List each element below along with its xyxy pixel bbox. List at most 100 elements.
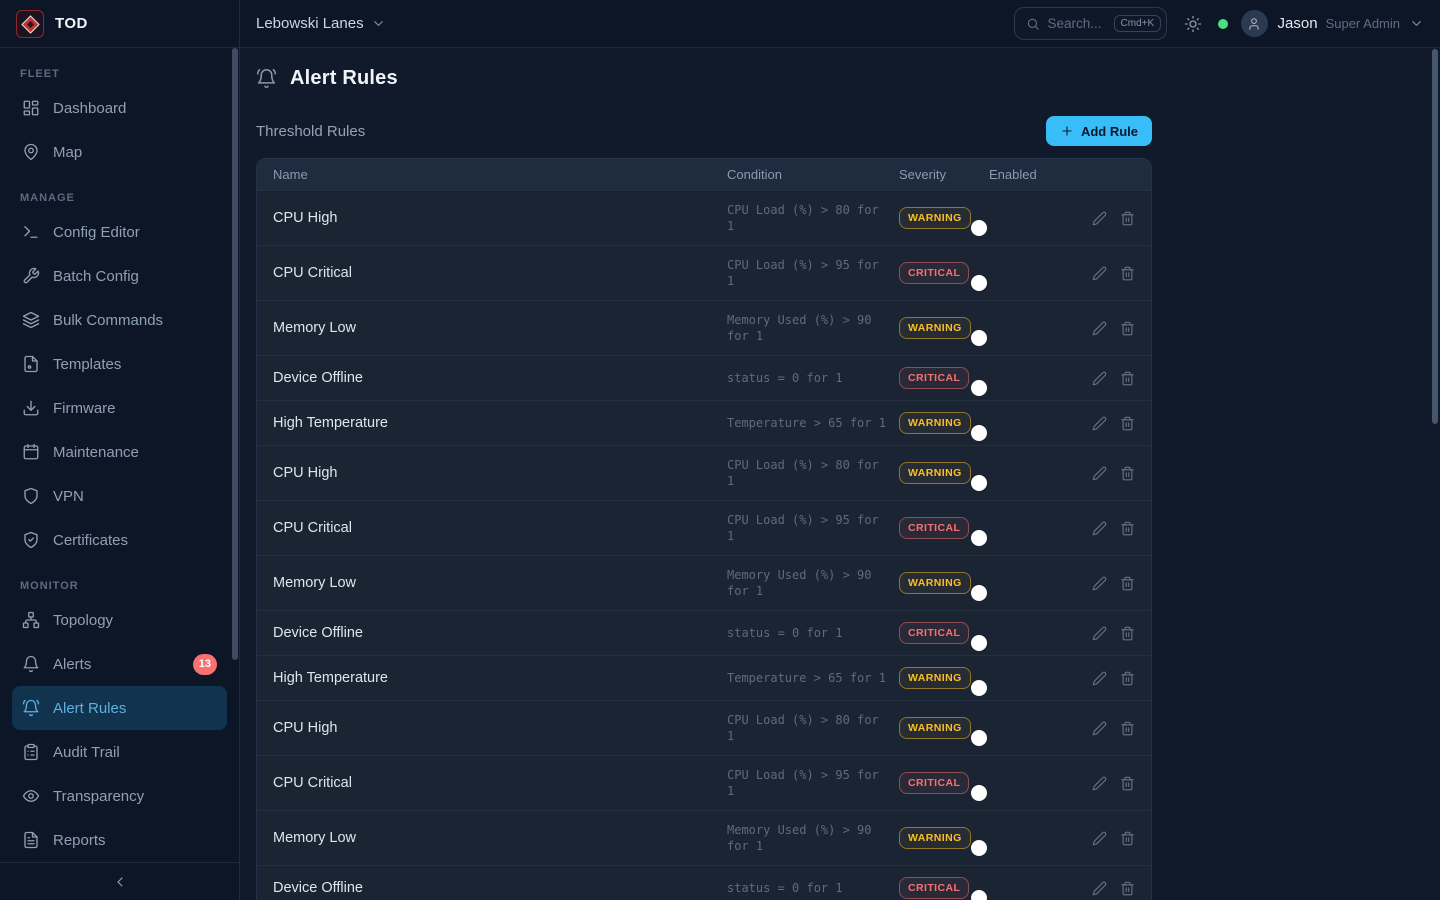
page-title: Alert Rules xyxy=(290,67,398,90)
search-shortcut: Cmd+K xyxy=(1114,15,1162,32)
severity-badge: CRITICAL xyxy=(899,772,969,794)
sidebar-item-firmware[interactable]: Firmware xyxy=(12,386,227,430)
user-role: Super Admin xyxy=(1326,16,1400,31)
edit-rule-button[interactable] xyxy=(1092,776,1107,791)
table-row: CPU HighCPU Load (%) > 80 for 1WARNING xyxy=(257,445,1151,500)
clipboard-list-icon xyxy=(22,743,40,761)
bell-ring-icon xyxy=(22,699,40,717)
bell-ring-icon xyxy=(256,68,277,89)
delete-rule-button[interactable] xyxy=(1120,266,1135,281)
rule-name: Memory Low xyxy=(273,830,717,846)
severity-badge: WARNING xyxy=(899,667,971,689)
sidebar-item-label: Transparency xyxy=(53,788,144,805)
page-header: Alert Rules xyxy=(256,64,1152,92)
search-box[interactable]: Cmd+K xyxy=(1014,7,1167,40)
edit-rule-button[interactable] xyxy=(1092,416,1107,431)
severity-badge: CRITICAL xyxy=(899,877,969,899)
delete-rule-button[interactable] xyxy=(1120,776,1135,791)
delete-rule-button[interactable] xyxy=(1120,416,1135,431)
sidebar-footer xyxy=(0,862,239,900)
edit-rule-button[interactable] xyxy=(1092,576,1107,591)
rule-name: Device Offline xyxy=(273,880,717,896)
layers-icon xyxy=(22,311,40,329)
table-row: CPU CriticalCPU Load (%) > 95 for 1CRITI… xyxy=(257,500,1151,555)
column-header-name: Name xyxy=(273,167,717,182)
main-scrollbar[interactable] xyxy=(1432,49,1438,424)
edit-rule-button[interactable] xyxy=(1092,266,1107,281)
sidebar-item-vpn[interactable]: VPN xyxy=(12,474,227,518)
table-row: Memory LowMemory Used (%) > 90 for 1WARN… xyxy=(257,810,1151,865)
section-row: Threshold Rules Add Rule xyxy=(256,116,1152,146)
sidebar-item-label: Bulk Commands xyxy=(53,312,163,329)
edit-rule-button[interactable] xyxy=(1092,321,1107,336)
sidebar-item-label: Config Editor xyxy=(53,224,140,241)
column-header-enabled: Enabled xyxy=(989,167,1069,182)
sidebar-item-label: Topology xyxy=(53,612,113,629)
delete-rule-button[interactable] xyxy=(1120,321,1135,336)
sidebar-item-alerts[interactable]: Alerts13 xyxy=(12,642,227,686)
edit-rule-button[interactable] xyxy=(1092,466,1107,481)
brand-name: TOD xyxy=(55,15,88,32)
delete-rule-button[interactable] xyxy=(1120,211,1135,226)
delete-rule-button[interactable] xyxy=(1120,466,1135,481)
sidebar-item-map[interactable]: Map xyxy=(12,130,227,174)
topbar: TOD Lebowski Lanes Cmd+K Jason Super Adm… xyxy=(0,0,1440,48)
sidebar-item-bulk-commands[interactable]: Bulk Commands xyxy=(12,298,227,342)
file-icon xyxy=(22,355,40,373)
rule-name: Memory Low xyxy=(273,575,717,591)
plus-icon xyxy=(1060,124,1074,138)
add-rule-label: Add Rule xyxy=(1081,124,1138,139)
rule-condition: Memory Used (%) > 90 for 1 xyxy=(727,312,889,344)
eye-icon xyxy=(22,787,40,805)
avatar[interactable] xyxy=(1241,10,1268,37)
sidebar-item-dashboard[interactable]: Dashboard xyxy=(12,86,227,130)
rule-name: Memory Low xyxy=(273,320,717,336)
org-switcher[interactable]: Lebowski Lanes xyxy=(256,15,386,32)
rule-condition: CPU Load (%) > 95 for 1 xyxy=(727,767,889,799)
sidebar-collapse-button[interactable] xyxy=(112,874,128,890)
sidebar-item-reports[interactable]: Reports xyxy=(12,818,227,862)
delete-rule-button[interactable] xyxy=(1120,576,1135,591)
edit-rule-button[interactable] xyxy=(1092,881,1107,896)
org-name: Lebowski Lanes xyxy=(256,15,364,32)
delete-rule-button[interactable] xyxy=(1120,626,1135,641)
section-heading: Threshold Rules xyxy=(256,123,365,140)
sidebar-item-audit-trail[interactable]: Audit Trail xyxy=(12,730,227,774)
terminal-icon xyxy=(22,223,40,241)
chevron-down-icon[interactable] xyxy=(1409,16,1424,31)
delete-rule-button[interactable] xyxy=(1120,671,1135,686)
delete-rule-button[interactable] xyxy=(1120,831,1135,846)
sidebar-item-batch-config[interactable]: Batch Config xyxy=(12,254,227,298)
add-rule-button[interactable]: Add Rule xyxy=(1046,116,1152,146)
delete-rule-button[interactable] xyxy=(1120,371,1135,386)
sidebar-item-label: Certificates xyxy=(53,532,128,549)
sidebar-item-maintenance[interactable]: Maintenance xyxy=(12,430,227,474)
delete-rule-button[interactable] xyxy=(1120,521,1135,536)
table-row: High TemperatureTemperature > 65 for 1WA… xyxy=(257,655,1151,700)
sidebar-item-templates[interactable]: Templates xyxy=(12,342,227,386)
edit-rule-button[interactable] xyxy=(1092,371,1107,386)
sidebar-scrollbar[interactable] xyxy=(232,48,238,660)
sidebar-item-label: Batch Config xyxy=(53,268,139,285)
sidebar-item-alert-rules[interactable]: Alert Rules xyxy=(12,686,227,730)
edit-rule-button[interactable] xyxy=(1092,831,1107,846)
edit-rule-button[interactable] xyxy=(1092,211,1107,226)
delete-rule-button[interactable] xyxy=(1120,721,1135,736)
sidebar-item-config-editor[interactable]: Config Editor xyxy=(12,210,227,254)
edit-rule-button[interactable] xyxy=(1092,626,1107,641)
table-row: High TemperatureTemperature > 65 for 1WA… xyxy=(257,400,1151,445)
edit-rule-button[interactable] xyxy=(1092,721,1107,736)
sidebar-item-certificates[interactable]: Certificates xyxy=(12,518,227,562)
severity-badge: WARNING xyxy=(899,827,971,849)
edit-rule-button[interactable] xyxy=(1092,671,1107,686)
sun-icon[interactable] xyxy=(1184,15,1202,33)
sidebar-item-transparency[interactable]: Transparency xyxy=(12,774,227,818)
sidebar-item-topology[interactable]: Topology xyxy=(12,598,227,642)
topology-icon xyxy=(22,611,40,629)
delete-rule-button[interactable] xyxy=(1120,881,1135,896)
sidebar-item-label: Alerts xyxy=(53,656,91,673)
sidebar-item-label: Maintenance xyxy=(53,444,139,461)
edit-rule-button[interactable] xyxy=(1092,521,1107,536)
search-input[interactable] xyxy=(1048,16,1106,31)
search-icon xyxy=(1026,17,1040,31)
